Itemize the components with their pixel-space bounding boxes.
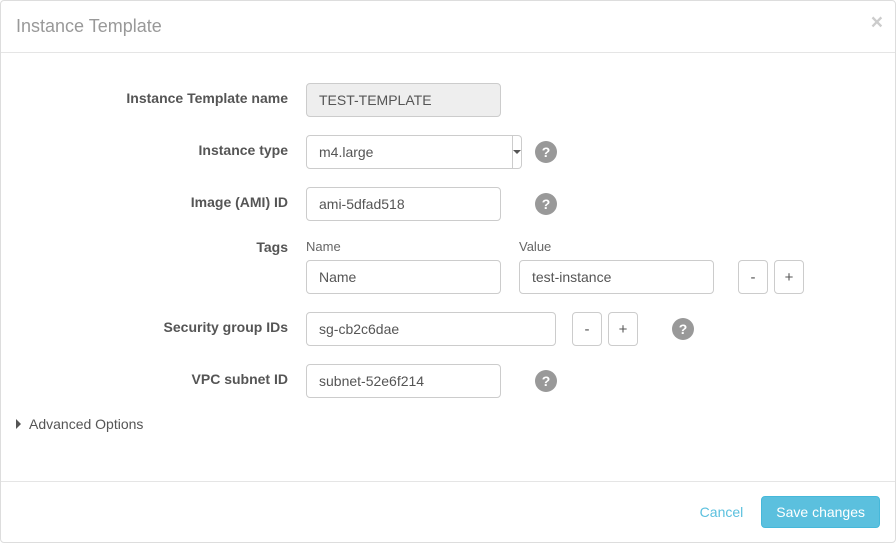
help-icon-image-ami[interactable]: ? bbox=[535, 193, 557, 215]
security-group-row: - + ? bbox=[306, 312, 694, 346]
save-button[interactable]: Save changes bbox=[761, 496, 880, 528]
label-instance-type: Instance type bbox=[16, 135, 306, 158]
row-template-name: Instance Template name bbox=[16, 83, 880, 117]
help-icon-instance-type[interactable]: ? bbox=[535, 141, 557, 163]
advanced-options-toggle[interactable]: Advanced Options bbox=[16, 416, 880, 432]
sg-add-button[interactable]: + bbox=[608, 312, 638, 346]
tag-value-input[interactable] bbox=[519, 260, 714, 294]
label-tags: Tags bbox=[16, 239, 306, 255]
modal-title: Instance Template bbox=[16, 16, 880, 37]
row-tags: Tags Name Value - + bbox=[16, 239, 880, 294]
label-security-groups: Security group IDs bbox=[16, 312, 306, 335]
row-security-groups: Security group IDs - + ? bbox=[16, 312, 880, 346]
security-group-input[interactable] bbox=[306, 312, 556, 346]
instance-template-modal: Instance Template × Instance Template na… bbox=[0, 0, 896, 543]
label-image-ami: Image (AMI) ID bbox=[16, 187, 306, 210]
tag-name-input[interactable] bbox=[306, 260, 501, 294]
tag-header-value: Value bbox=[519, 239, 714, 254]
row-image-ami: Image (AMI) ID ? bbox=[16, 187, 880, 221]
instance-type-combo bbox=[306, 135, 501, 169]
modal-header: Instance Template × bbox=[1, 1, 895, 53]
template-name-input[interactable] bbox=[306, 83, 501, 117]
caret-down-icon bbox=[513, 150, 521, 154]
tag-row: - + bbox=[306, 260, 804, 294]
advanced-options-label: Advanced Options bbox=[29, 416, 143, 432]
modal-footer: Cancel Save changes bbox=[1, 481, 895, 542]
vpc-subnet-input[interactable] bbox=[306, 364, 501, 398]
modal-body: Instance Template name Instance type ? I… bbox=[1, 53, 895, 481]
row-vpc-subnet: VPC subnet ID ? bbox=[16, 364, 880, 398]
instance-type-input[interactable] bbox=[306, 135, 513, 169]
tag-remove-button[interactable]: - bbox=[738, 260, 768, 294]
label-template-name: Instance Template name bbox=[16, 83, 306, 106]
chevron-right-icon bbox=[16, 419, 21, 429]
help-icon-security-groups[interactable]: ? bbox=[672, 318, 694, 340]
sg-remove-button[interactable]: - bbox=[572, 312, 602, 346]
cancel-button[interactable]: Cancel bbox=[700, 504, 744, 520]
close-icon[interactable]: × bbox=[871, 11, 883, 35]
row-instance-type: Instance type ? bbox=[16, 135, 880, 169]
tag-header-name: Name bbox=[306, 239, 501, 254]
image-ami-input[interactable] bbox=[306, 187, 501, 221]
tag-add-button[interactable]: + bbox=[774, 260, 804, 294]
label-vpc-subnet: VPC subnet ID bbox=[16, 364, 306, 387]
instance-type-dropdown-button[interactable] bbox=[513, 135, 522, 169]
tag-headers: Name Value bbox=[306, 239, 804, 254]
tags-block: Name Value - + bbox=[306, 239, 804, 294]
help-icon-vpc-subnet[interactable]: ? bbox=[535, 370, 557, 392]
